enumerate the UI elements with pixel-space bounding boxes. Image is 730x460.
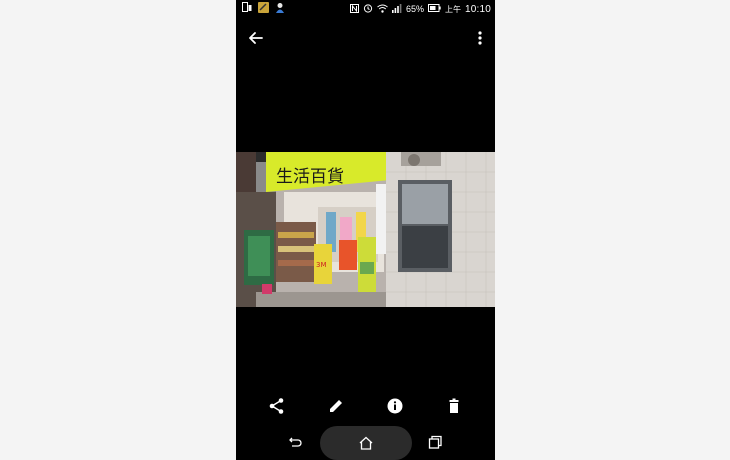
notification-app-icon [258,2,269,15]
delete-button[interactable] [443,395,465,417]
nav-back-button[interactable] [287,433,305,451]
more-options-button[interactable] [473,28,487,48]
battery-percent: 65% [405,4,424,14]
battery-icon [427,4,441,14]
signal-icon [391,3,402,15]
nav-back-icon [289,437,302,447]
home-button[interactable] [320,426,412,460]
phone-icon [242,2,252,15]
storefront-photo: 生活百貨 3M [236,152,495,307]
system-nav-bar [236,424,495,460]
share-button[interactable] [266,395,288,417]
shop-sign-text: 生活百貨 [276,167,344,187]
trash-icon [449,398,459,413]
top-toolbar [236,24,495,52]
status-time: 10:10 [464,3,491,15]
back-button[interactable] [246,28,266,48]
pencil-icon [330,400,342,412]
recents-button[interactable] [426,433,444,451]
wifi-icon [377,4,388,15]
more-vert-icon [478,31,482,45]
recents-icon [428,435,442,449]
nfc-icon [349,3,359,15]
brand-text: 3M [316,261,327,269]
info-button[interactable] [384,395,406,417]
status-bar-right: 65% 上午 10:10 [349,3,491,15]
status-bar-left [242,2,285,15]
photo-action-bar [236,393,495,419]
photo-viewer-image[interactable]: 生活百貨 3M [236,152,495,307]
alarm-icon [363,3,373,15]
home-icon [359,436,373,450]
share-icon [269,398,284,414]
avatar-app-icon [275,2,285,15]
info-icon [387,398,403,414]
arrow-left-icon [249,32,263,44]
status-bar: 65% 上午 10:10 [236,0,495,18]
status-ampm: 上午 [444,4,461,14]
phone-screen: 65% 上午 10:10 生活百貨 3M [236,0,495,460]
edit-button[interactable] [325,395,347,417]
